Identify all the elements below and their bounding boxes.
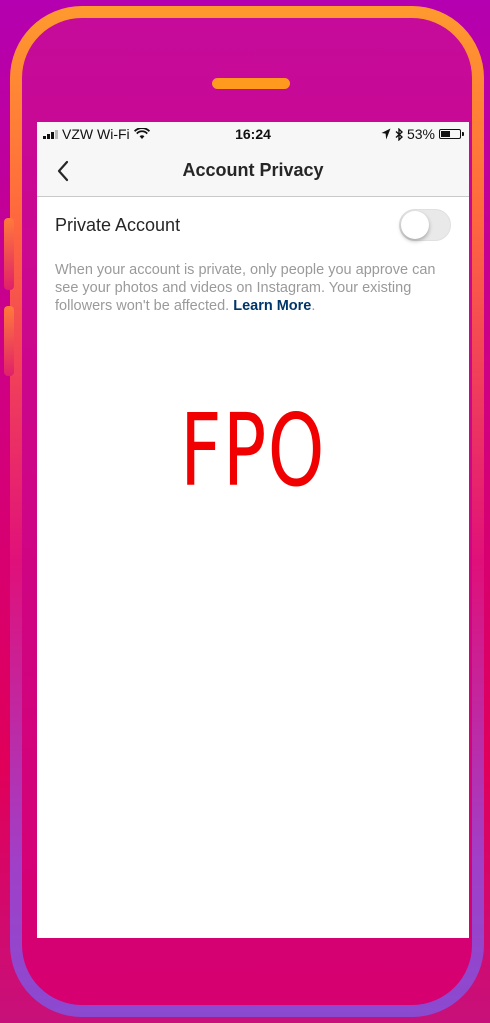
privacy-help-text: When your account is private, only peopl… bbox=[55, 261, 451, 315]
speaker-grille bbox=[212, 78, 290, 89]
battery-fill bbox=[441, 131, 450, 137]
volume-down-button bbox=[4, 306, 14, 376]
page-title: Account Privacy bbox=[182, 160, 324, 180]
status-right: 53% bbox=[381, 126, 464, 142]
battery-percent: 53% bbox=[406, 126, 435, 142]
fpo-placeholder: FPO bbox=[180, 392, 326, 509]
help-suffix: . bbox=[311, 298, 316, 314]
learn-more-link[interactable]: Learn More bbox=[233, 298, 311, 314]
volume-up-button bbox=[4, 218, 14, 290]
battery-icon bbox=[439, 129, 464, 139]
toggle-knob bbox=[401, 211, 429, 239]
screen: VZW Wi-Fi 16:24 53% Account Privacy Priv… bbox=[37, 122, 469, 938]
navigation-bar: Account Privacy bbox=[37, 146, 469, 197]
private-account-row: Private Account bbox=[37, 197, 469, 253]
location-icon bbox=[381, 128, 391, 140]
private-account-toggle[interactable] bbox=[399, 209, 451, 241]
status-bar: VZW Wi-Fi 16:24 53% bbox=[37, 122, 469, 146]
bluetooth-icon bbox=[395, 127, 403, 141]
private-account-label: Private Account bbox=[55, 215, 181, 235]
